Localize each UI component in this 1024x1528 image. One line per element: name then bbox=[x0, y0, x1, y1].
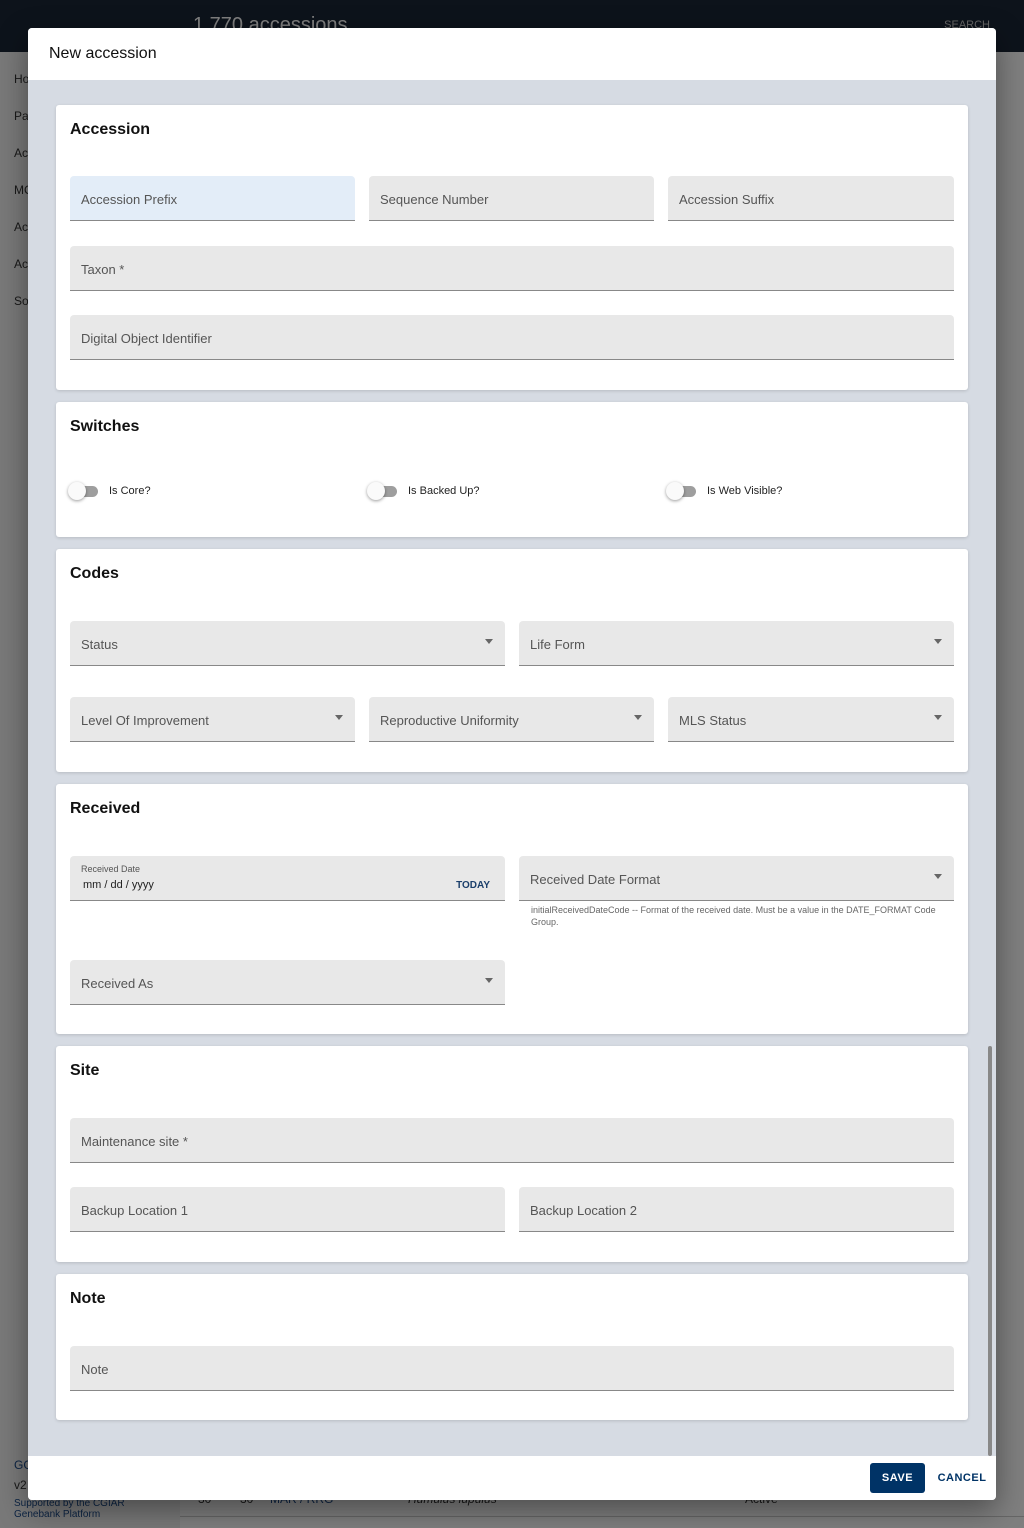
codes-section: Codes Status Life Form Level Of Improvem… bbox=[56, 549, 968, 772]
dialog-header: New accession bbox=[28, 28, 996, 80]
field-label: Accession Suffix bbox=[679, 192, 775, 207]
received-date-format-select[interactable]: Received Date Format bbox=[519, 856, 954, 901]
new-accession-dialog: New accession Accession Accession Prefix… bbox=[28, 28, 996, 1500]
field-label: Received As bbox=[81, 976, 154, 991]
backup-location-1-input[interactable]: Backup Location 1 bbox=[70, 1187, 505, 1232]
save-button[interactable]: SAVE bbox=[870, 1463, 925, 1493]
dropdown-caret-icon bbox=[485, 639, 493, 644]
dropdown-caret-icon bbox=[934, 715, 942, 720]
taxon-input[interactable]: Taxon * bbox=[70, 246, 954, 291]
field-label: Digital Object Identifier bbox=[81, 331, 212, 346]
dropdown-caret-icon bbox=[934, 874, 942, 879]
field-label: MLS Status bbox=[679, 713, 747, 728]
field-label: Maintenance site * bbox=[81, 1134, 188, 1149]
accession-suffix-input[interactable]: Accession Suffix bbox=[668, 176, 954, 221]
status-select[interactable]: Status bbox=[70, 621, 505, 666]
sequence-number-input[interactable]: Sequence Number bbox=[369, 176, 654, 221]
dropdown-caret-icon bbox=[634, 715, 642, 720]
reproductive-uniformity-select[interactable]: Reproductive Uniformity bbox=[369, 697, 654, 742]
note-section: Note Note bbox=[56, 1274, 968, 1420]
received-section: Received Received Date mm / dd / yyyy TO… bbox=[56, 784, 968, 1034]
field-label: Backup Location 2 bbox=[530, 1203, 637, 1218]
site-section: Site Maintenance site * Backup Location … bbox=[56, 1046, 968, 1262]
life-form-select[interactable]: Life Form bbox=[519, 621, 954, 666]
received-as-select[interactable]: Received As bbox=[70, 960, 505, 1005]
is-web-visible-toggle[interactable]: Is Web Visible? bbox=[666, 482, 866, 502]
dropdown-caret-icon bbox=[335, 715, 343, 720]
is-backed-up-toggle[interactable]: Is Backed Up? bbox=[367, 482, 567, 502]
section-title: Received bbox=[70, 800, 141, 817]
mls-status-select[interactable]: MLS Status bbox=[668, 697, 954, 742]
field-label: Level Of Improvement bbox=[81, 713, 209, 728]
field-label: Backup Location 1 bbox=[81, 1203, 188, 1218]
field-label: Taxon * bbox=[81, 262, 125, 277]
cancel-button[interactable]: CANCEL bbox=[933, 1463, 991, 1493]
field-label: Sequence Number bbox=[380, 192, 489, 207]
today-button[interactable]: TODAY bbox=[456, 880, 490, 891]
field-label: Accession Prefix bbox=[81, 192, 178, 207]
section-title: Switches bbox=[70, 418, 140, 435]
toggle-label: Is Backed Up? bbox=[408, 485, 480, 497]
section-title: Accession bbox=[70, 121, 151, 138]
section-title: Site bbox=[70, 1062, 100, 1079]
level-of-improvement-select[interactable]: Level Of Improvement bbox=[70, 697, 355, 742]
received-date-input[interactable]: Received Date mm / dd / yyyy TODAY bbox=[70, 856, 505, 901]
date-placeholder: mm / dd / yyyy bbox=[83, 879, 154, 891]
section-title: Note bbox=[70, 1290, 106, 1307]
maintenance-site-input[interactable]: Maintenance site * bbox=[70, 1118, 954, 1163]
toggle-label: Is Web Visible? bbox=[707, 485, 783, 497]
doi-input[interactable]: Digital Object Identifier bbox=[70, 315, 954, 360]
is-core-toggle[interactable]: Is Core? bbox=[68, 482, 268, 502]
note-input[interactable]: Note bbox=[70, 1346, 954, 1391]
dropdown-caret-icon bbox=[485, 978, 493, 983]
backup-location-2-input[interactable]: Backup Location 2 bbox=[519, 1187, 954, 1232]
field-label: Status bbox=[81, 637, 118, 652]
accession-prefix-input[interactable]: Accession Prefix bbox=[70, 176, 355, 221]
switches-section: Switches Is Core? Is Backed Up? Is Web V… bbox=[56, 402, 968, 537]
field-label: Received Date bbox=[81, 864, 141, 874]
dialog-footer: SAVE CANCEL bbox=[28, 1456, 996, 1500]
field-label: Reproductive Uniformity bbox=[380, 713, 519, 728]
accession-section: Accession Accession Prefix Sequence Numb… bbox=[56, 105, 968, 390]
dropdown-caret-icon bbox=[934, 639, 942, 644]
helper-text: initialReceivedDateCode -- Format of the… bbox=[531, 905, 936, 927]
field-label: Note bbox=[81, 1362, 109, 1377]
dialog-scrollbar[interactable] bbox=[988, 1046, 992, 1456]
dialog-title: New accession bbox=[49, 45, 157, 62]
toggle-label: Is Core? bbox=[109, 485, 151, 497]
section-title: Codes bbox=[70, 565, 119, 582]
field-label: Received Date Format bbox=[530, 872, 661, 887]
field-label: Life Form bbox=[530, 637, 585, 652]
